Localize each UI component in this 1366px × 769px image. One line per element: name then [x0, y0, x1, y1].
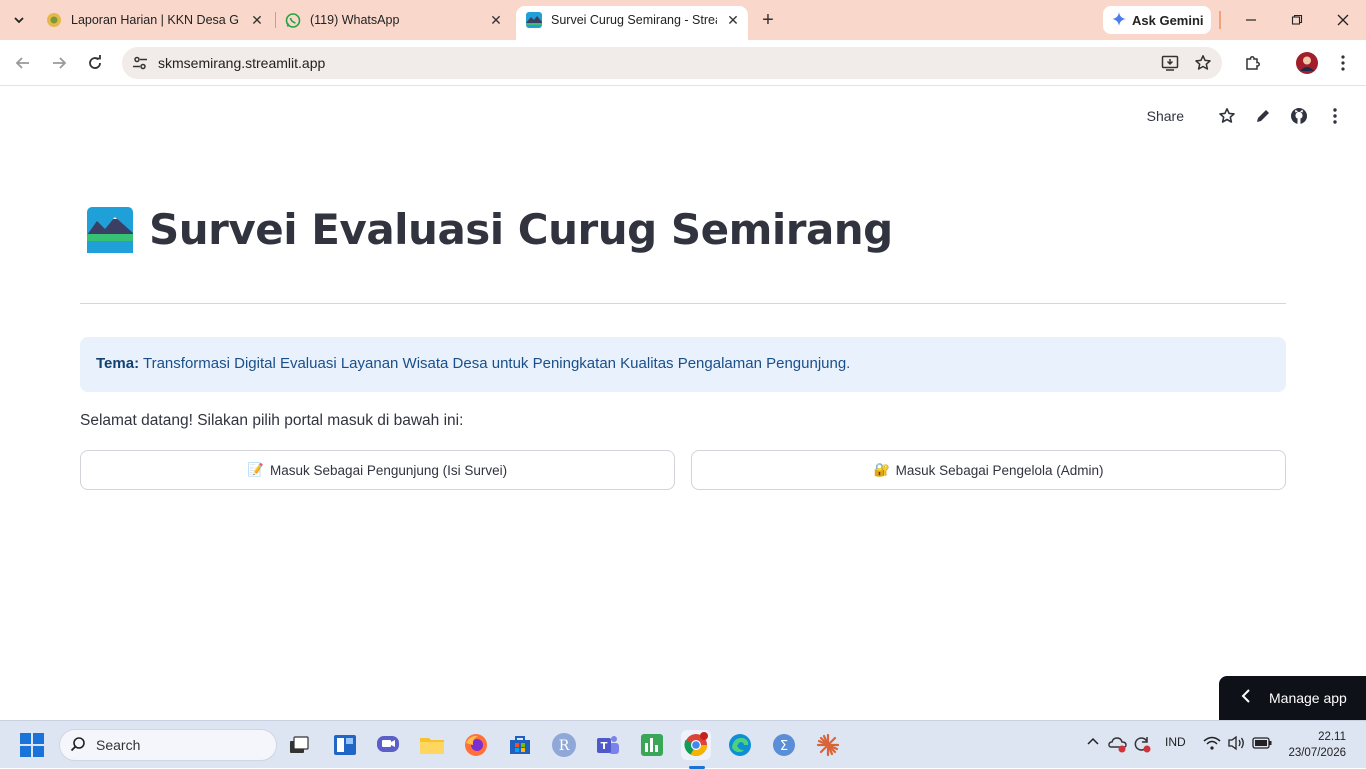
- tab-survei-active[interactable]: Survei Curug Semirang - Stream ✕: [516, 6, 748, 40]
- tab-separator: [275, 12, 276, 28]
- admin-login-button[interactable]: 🔐 Masuk Sebagai Pengelola (Admin): [691, 450, 1286, 490]
- microsoft-store-icon[interactable]: [505, 730, 535, 760]
- widgets-icon[interactable]: [330, 730, 360, 760]
- wifi-icon[interactable]: [1203, 735, 1221, 756]
- info-text: Transformasi Digital Evaluasi Layanan Wi…: [142, 355, 851, 372]
- svg-text:R: R: [559, 738, 570, 754]
- whatsapp-icon: [285, 12, 301, 28]
- bookmark-star-icon[interactable]: [1193, 53, 1213, 73]
- info-label: Tema:: [96, 355, 140, 372]
- sigma-app-icon[interactable]: Σ: [769, 730, 799, 760]
- new-tab-plus-icon[interactable]: +: [757, 9, 779, 31]
- page-title: Survei Evaluasi Curug Semirang: [149, 205, 893, 254]
- close-tab-icon[interactable]: ✕: [724, 11, 742, 29]
- browser-tab-bar: Laporan Harian | KKN Desa Gog ✕ (119) Wh…: [0, 0, 1366, 40]
- ask-gemini-button[interactable]: Ask Gemini: [1103, 6, 1211, 34]
- profile-avatar[interactable]: [1295, 51, 1319, 75]
- svg-text:Σ: Σ: [780, 739, 788, 754]
- tab-whatsapp[interactable]: (119) WhatsApp ✕: [285, 6, 511, 34]
- streamlit-landscape-icon: [526, 12, 542, 28]
- memo-icon: 📝: [247, 462, 265, 477]
- input-language[interactable]: IND: [1165, 735, 1186, 749]
- welcome-text: Selamat datang! Silakan pilih portal mas…: [80, 412, 464, 429]
- teams-icon[interactable]: T: [593, 730, 623, 760]
- browser-toolbar: skmsemirang.streamlit.app: [0, 40, 1366, 86]
- minimize-icon[interactable]: [1241, 10, 1261, 30]
- windows-start-icon[interactable]: [20, 733, 44, 757]
- github-icon[interactable]: [1288, 105, 1310, 127]
- favorite-star-icon[interactable]: [1216, 105, 1238, 127]
- chrome-icon[interactable]: [681, 730, 711, 760]
- restore-icon[interactable]: [1287, 10, 1307, 30]
- toolbar-separator: [1219, 11, 1221, 29]
- browser-menu-kebab-icon[interactable]: [1331, 51, 1355, 75]
- tab-title: (119) WhatsApp: [310, 13, 400, 27]
- taskbar-search-box[interactable]: Search: [59, 729, 277, 761]
- manage-app-label: Manage app: [1269, 690, 1347, 706]
- clock-date: 23/07/2026: [1288, 747, 1346, 759]
- gemini-sparkle-icon: [1112, 11, 1126, 29]
- teams-chat-icon[interactable]: [373, 730, 403, 760]
- close-window-icon[interactable]: [1333, 10, 1353, 30]
- close-tab-icon[interactable]: ✕: [487, 11, 505, 29]
- share-button[interactable]: Share: [1147, 108, 1184, 124]
- claude-sparkle-icon[interactable]: [813, 730, 843, 760]
- close-tab-icon[interactable]: ✕: [248, 11, 266, 29]
- streamlit-page: Share Survei Evaluasi Curug Semirang Tem…: [0, 87, 1366, 720]
- clock-time: 22.11: [1318, 731, 1346, 743]
- windows-taskbar: Search R T Σ IND 22.11 23/07/2026: [0, 720, 1366, 769]
- divider: [80, 303, 1286, 304]
- file-explorer-icon[interactable]: [417, 730, 447, 760]
- visitor-login-button[interactable]: 📝 Masuk Sebagai Pengunjung (Isi Survei): [80, 450, 675, 490]
- kkn-logo-icon: [46, 12, 62, 28]
- edit-pencil-icon[interactable]: [1252, 105, 1274, 127]
- chevron-left-icon: [1241, 688, 1251, 708]
- firefox-icon[interactable]: [461, 730, 491, 760]
- tab-kkn-laporan[interactable]: Laporan Harian | KKN Desa Gog ✕: [46, 6, 272, 34]
- battery-icon[interactable]: [1252, 736, 1272, 755]
- admin-login-label: Masuk Sebagai Pengelola (Admin): [895, 462, 1104, 478]
- url-text: skmsemirang.streamlit.app: [158, 55, 326, 71]
- taskbar-clock[interactable]: 22.11 23/07/2026: [1288, 729, 1346, 761]
- taskbar-search-placeholder: Search: [96, 737, 141, 753]
- charts-app-icon[interactable]: [637, 730, 667, 760]
- onedrive-icon[interactable]: [1108, 735, 1128, 753]
- extensions-puzzle-icon[interactable]: [1241, 51, 1265, 75]
- install-app-icon[interactable]: [1160, 53, 1180, 73]
- search-icon: [70, 736, 86, 755]
- volume-icon[interactable]: [1228, 735, 1246, 756]
- tray-chevron-up-icon[interactable]: [1086, 735, 1102, 751]
- lock-icon: 🔐: [873, 462, 890, 477]
- streamlit-toolbar: Share: [1147, 105, 1346, 127]
- reload-icon[interactable]: [83, 51, 107, 75]
- info-alert-box: Tema: Transformasi Digital Evaluasi Laya…: [80, 337, 1286, 392]
- address-bar[interactable]: skmsemirang.streamlit.app: [122, 47, 1222, 79]
- task-view-icon[interactable]: [284, 730, 314, 760]
- tab-title: Survei Curug Semirang - Stream: [551, 13, 717, 27]
- sync-icon[interactable]: [1132, 734, 1152, 754]
- svg-text:T: T: [601, 741, 608, 752]
- visitor-login-label: Masuk Sebagai Pengunjung (Isi Survei): [270, 462, 508, 478]
- site-info-tune-icon[interactable]: [131, 54, 149, 72]
- page-title-block: Survei Evaluasi Curug Semirang: [87, 205, 893, 254]
- r-app-icon[interactable]: R: [549, 730, 579, 760]
- tab-title: Laporan Harian | KKN Desa Gog: [71, 13, 239, 27]
- forward-arrow-icon[interactable]: [47, 51, 71, 75]
- landscape-emoji-icon: [87, 206, 133, 253]
- tab-search-dropdown-icon[interactable]: [6, 7, 32, 33]
- edge-icon[interactable]: [725, 730, 755, 760]
- back-arrow-icon[interactable]: [11, 51, 35, 75]
- manage-app-button[interactable]: Manage app: [1219, 676, 1366, 720]
- ask-gemini-label: Ask Gemini: [1132, 12, 1204, 28]
- main-menu-kebab-icon[interactable]: [1324, 105, 1346, 127]
